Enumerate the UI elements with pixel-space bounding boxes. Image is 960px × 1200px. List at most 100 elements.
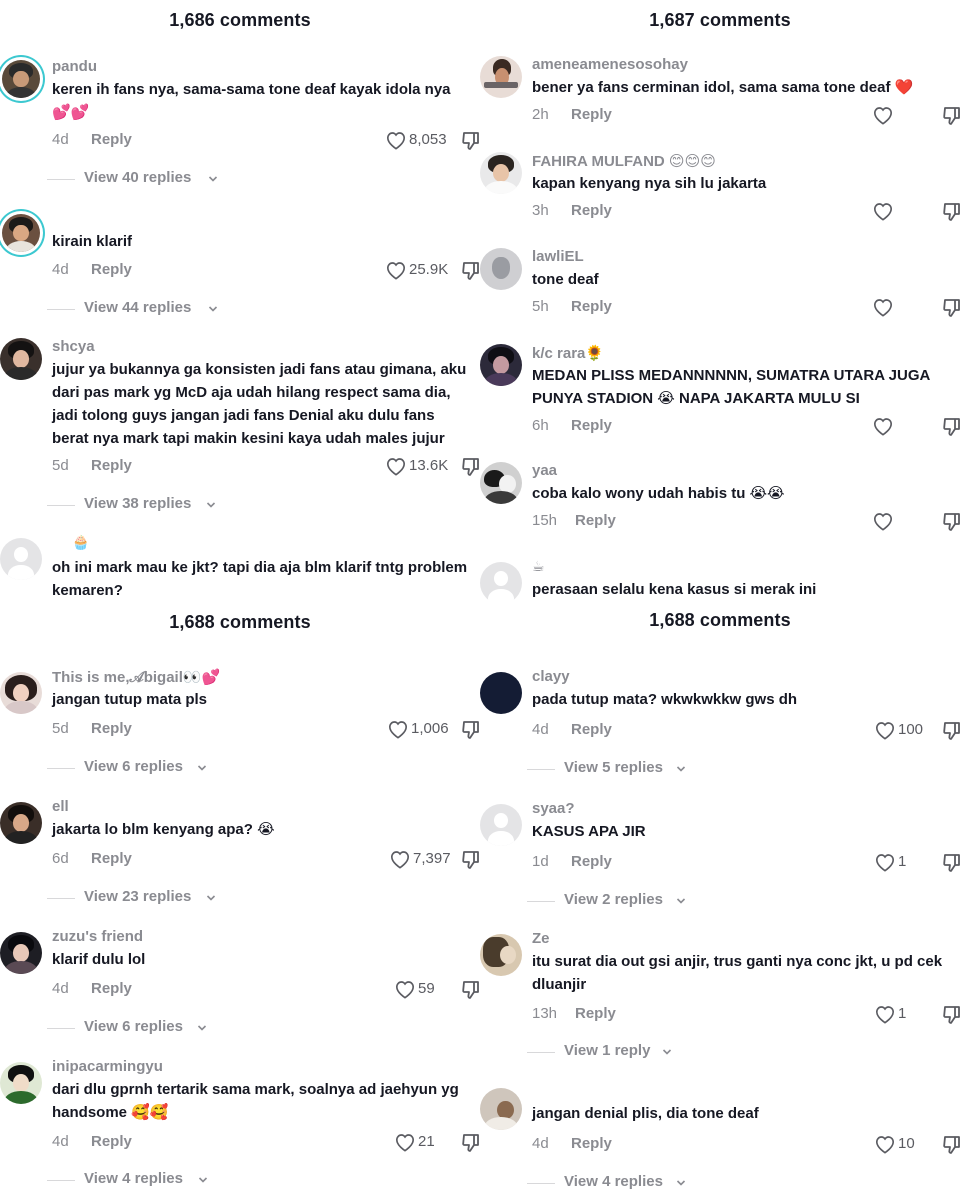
thumbs-down-outline-icon[interactable]: [461, 1132, 480, 1154]
avatar[interactable]: [0, 802, 42, 844]
thumbs-down-outline-icon[interactable]: [461, 260, 480, 282]
view-replies-button[interactable]: View 6 replies: [0, 1018, 480, 1038]
view-replies-button[interactable]: View 40 replies: [0, 169, 480, 189]
view-replies-label: View 5 replies: [564, 759, 663, 776]
comment-username[interactable]: yaa: [532, 462, 557, 479]
avatar[interactable]: [480, 934, 522, 976]
reply-button[interactable]: Reply: [91, 457, 132, 474]
view-replies-button[interactable]: View 44 replies: [0, 299, 480, 319]
view-replies-button[interactable]: View 4 replies: [480, 1173, 960, 1193]
avatar[interactable]: [2, 214, 40, 252]
like-button[interactable]: 1: [874, 1003, 946, 1025]
thumbs-down-outline-icon[interactable]: [942, 297, 960, 319]
like-button[interactable]: 59: [394, 978, 466, 1000]
like-button[interactable]: [872, 104, 944, 126]
comment-username[interactable]: This is me,𝒜bigail👀💕: [52, 668, 220, 686]
thumbs-down-outline-icon[interactable]: [942, 1134, 960, 1156]
view-replies-button[interactable]: View 1 reply: [480, 1042, 960, 1062]
like-button[interactable]: 7,397: [389, 848, 461, 870]
comment-username[interactable]: pandu: [52, 58, 97, 75]
thumbs-down-outline-icon[interactable]: [942, 1004, 960, 1026]
comment-age: 4d: [532, 721, 549, 738]
heart-outline-icon: [388, 721, 408, 739]
avatar[interactable]: [480, 248, 522, 290]
comment-username[interactable]: 🧁: [72, 534, 89, 551]
view-replies-button[interactable]: View 2 replies: [480, 891, 960, 911]
like-button[interactable]: [872, 510, 944, 532]
reply-button[interactable]: Reply: [571, 202, 612, 219]
comment-username[interactable]: k/c rara🌻: [532, 344, 604, 362]
reply-button[interactable]: Reply: [91, 131, 132, 148]
reply-button[interactable]: Reply: [571, 417, 612, 434]
avatar[interactable]: [2, 60, 40, 98]
comment-username[interactable]: Ze: [532, 930, 550, 947]
reply-button[interactable]: Reply: [571, 853, 612, 870]
thumbs-down-outline-icon[interactable]: [461, 849, 480, 871]
comment-username[interactable]: syaa?: [532, 800, 575, 817]
reply-button[interactable]: Reply: [571, 1135, 612, 1152]
comment-username[interactable]: FAHIRA MULFAND 😊😊😊: [532, 152, 716, 170]
view-replies-button[interactable]: View 6 replies: [0, 758, 480, 778]
avatar[interactable]: [480, 56, 522, 98]
like-button[interactable]: [872, 296, 944, 318]
like-button[interactable]: 25.9K: [385, 259, 457, 281]
like-count: 10: [898, 1135, 915, 1152]
like-button[interactable]: [872, 415, 944, 437]
comment-username[interactable]: shcya: [52, 338, 95, 355]
avatar[interactable]: [480, 462, 522, 504]
avatar[interactable]: [480, 1088, 522, 1130]
avatar[interactable]: [480, 672, 522, 714]
comment-username[interactable]: lawliEL: [532, 248, 584, 265]
comment-username[interactable]: clayy: [532, 668, 570, 685]
thumbs-down-outline-icon[interactable]: [942, 416, 960, 438]
view-replies-button[interactable]: View 4 replies: [0, 1170, 480, 1190]
thumbs-down-outline-icon[interactable]: [461, 456, 480, 478]
like-button[interactable]: 1: [874, 851, 946, 873]
thumbs-down-outline-icon[interactable]: [942, 511, 960, 533]
thumbs-down-outline-icon[interactable]: [461, 979, 480, 1001]
comment-username[interactable]: ameneamenesosohay: [532, 56, 688, 73]
avatar[interactable]: [0, 1062, 42, 1104]
thumbs-down-outline-icon[interactable]: [942, 720, 960, 742]
comment-username[interactable]: inipacarmingyu: [52, 1058, 163, 1075]
comment-text: itu surat dia out gsi anjir, trus ganti …: [532, 953, 943, 993]
comment-meta: 4d Reply 59: [52, 980, 480, 1000]
thumbs-down-outline-icon[interactable]: [461, 719, 480, 741]
like-button[interactable]: [872, 200, 944, 222]
like-button[interactable]: 21: [394, 1131, 466, 1153]
reply-button[interactable]: Reply: [91, 261, 132, 278]
thumbs-down-outline-icon[interactable]: [942, 852, 960, 874]
avatar[interactable]: [480, 344, 522, 386]
reply-button[interactable]: Reply: [575, 512, 616, 529]
default-avatar-icon[interactable]: [480, 804, 522, 846]
comment-username[interactable]: ell: [52, 798, 69, 815]
comment-age: 4d: [52, 261, 69, 278]
reply-button[interactable]: Reply: [91, 720, 132, 737]
comment-username[interactable]: ☕: [532, 558, 545, 575]
view-replies-button[interactable]: View 5 replies: [480, 759, 960, 779]
thumbs-down-outline-icon[interactable]: [461, 130, 480, 152]
thumbs-down-outline-icon[interactable]: [942, 105, 960, 127]
reply-button[interactable]: Reply: [571, 106, 612, 123]
reply-button[interactable]: Reply: [91, 1133, 132, 1150]
reply-button[interactable]: Reply: [571, 298, 612, 315]
thumbs-down-outline-icon[interactable]: [942, 201, 960, 223]
like-button[interactable]: 8,053: [385, 129, 457, 151]
like-button[interactable]: 10: [874, 1133, 946, 1155]
avatar[interactable]: [480, 152, 522, 194]
reply-button[interactable]: Reply: [575, 1005, 616, 1022]
default-avatar-icon[interactable]: [0, 538, 42, 580]
reply-button[interactable]: Reply: [571, 721, 612, 738]
default-avatar-icon[interactable]: [480, 562, 522, 600]
like-button[interactable]: 13.6K: [385, 455, 457, 477]
reply-button[interactable]: Reply: [91, 850, 132, 867]
view-replies-button[interactable]: View 38 replies: [0, 495, 480, 515]
like-button[interactable]: 100: [874, 719, 946, 741]
avatar[interactable]: [0, 672, 42, 714]
comment-username[interactable]: zuzu's friend: [52, 928, 143, 945]
avatar[interactable]: [0, 932, 42, 974]
reply-button[interactable]: Reply: [91, 980, 132, 997]
like-button[interactable]: 1,006: [387, 718, 459, 740]
view-replies-button[interactable]: View 23 replies: [0, 888, 480, 908]
avatar[interactable]: [0, 338, 42, 380]
